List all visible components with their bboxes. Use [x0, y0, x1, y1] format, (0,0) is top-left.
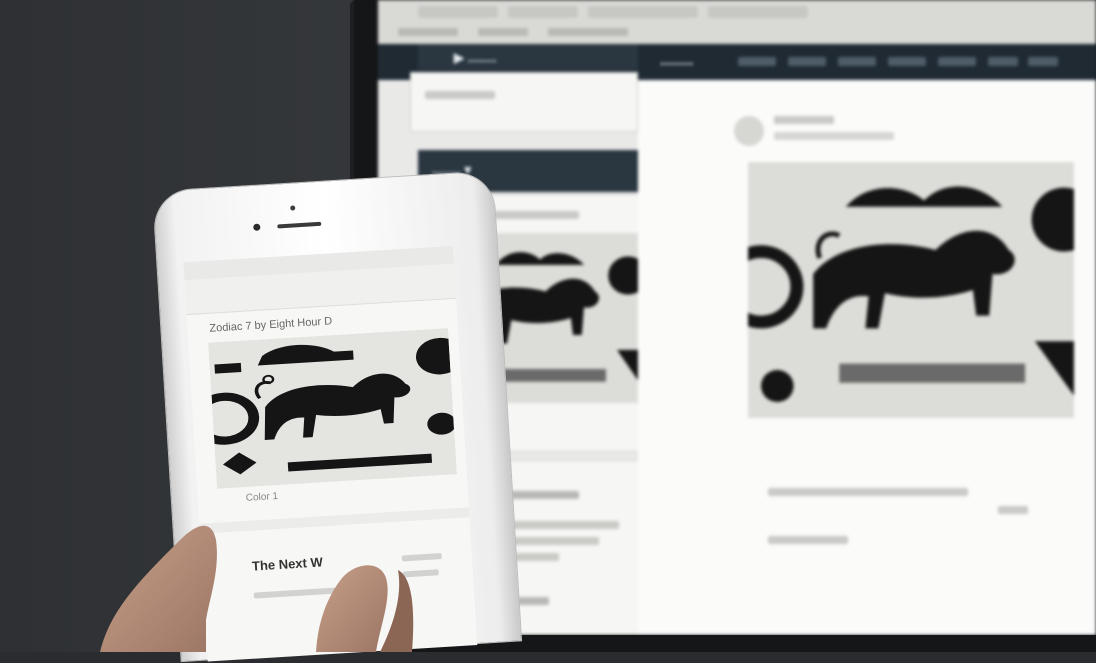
bull-artwork-graphic [748, 162, 1074, 418]
phone-artwork[interactable] [208, 328, 457, 489]
browser-toolbar [378, 0, 1096, 45]
main-panel [638, 80, 1096, 635]
hand [80, 500, 420, 652]
card-text [425, 91, 495, 99]
front-camera [253, 223, 261, 231]
browser-tab[interactable] [418, 6, 498, 18]
card-title[interactable]: Zodiac 7 by Eight Hour D [209, 315, 332, 334]
bull-artwork-graphic [208, 328, 457, 489]
post-action[interactable] [998, 506, 1028, 514]
left-column-card[interactable] [410, 72, 638, 132]
nav-item[interactable] [738, 57, 776, 66]
left-column-header[interactable]: ▶ ........ [418, 44, 638, 70]
browser-tab[interactable] [508, 6, 578, 18]
bookmark-item[interactable] [478, 28, 528, 36]
nav-item[interactable] [988, 57, 1018, 66]
avatar[interactable] [734, 116, 764, 146]
author-name[interactable] [774, 116, 834, 124]
browser-tab[interactable] [708, 6, 808, 18]
nav-item[interactable] [888, 57, 926, 66]
nav-item[interactable] [838, 57, 876, 66]
post-text [768, 488, 968, 496]
nav-item[interactable] [1028, 57, 1058, 66]
bookmark-item[interactable] [398, 28, 458, 36]
app-brand[interactable]: ........ [660, 52, 693, 69]
phone-sensor [290, 205, 296, 211]
nav-item[interactable] [788, 57, 826, 66]
browser-tab[interactable] [588, 6, 698, 18]
nav-item[interactable] [938, 57, 976, 66]
post-meta [768, 536, 848, 544]
author-meta [774, 132, 894, 140]
earpiece-speaker [277, 221, 322, 229]
hand-graphic [100, 525, 414, 652]
bookmark-item[interactable] [548, 28, 628, 36]
main-artwork[interactable] [748, 162, 1074, 418]
